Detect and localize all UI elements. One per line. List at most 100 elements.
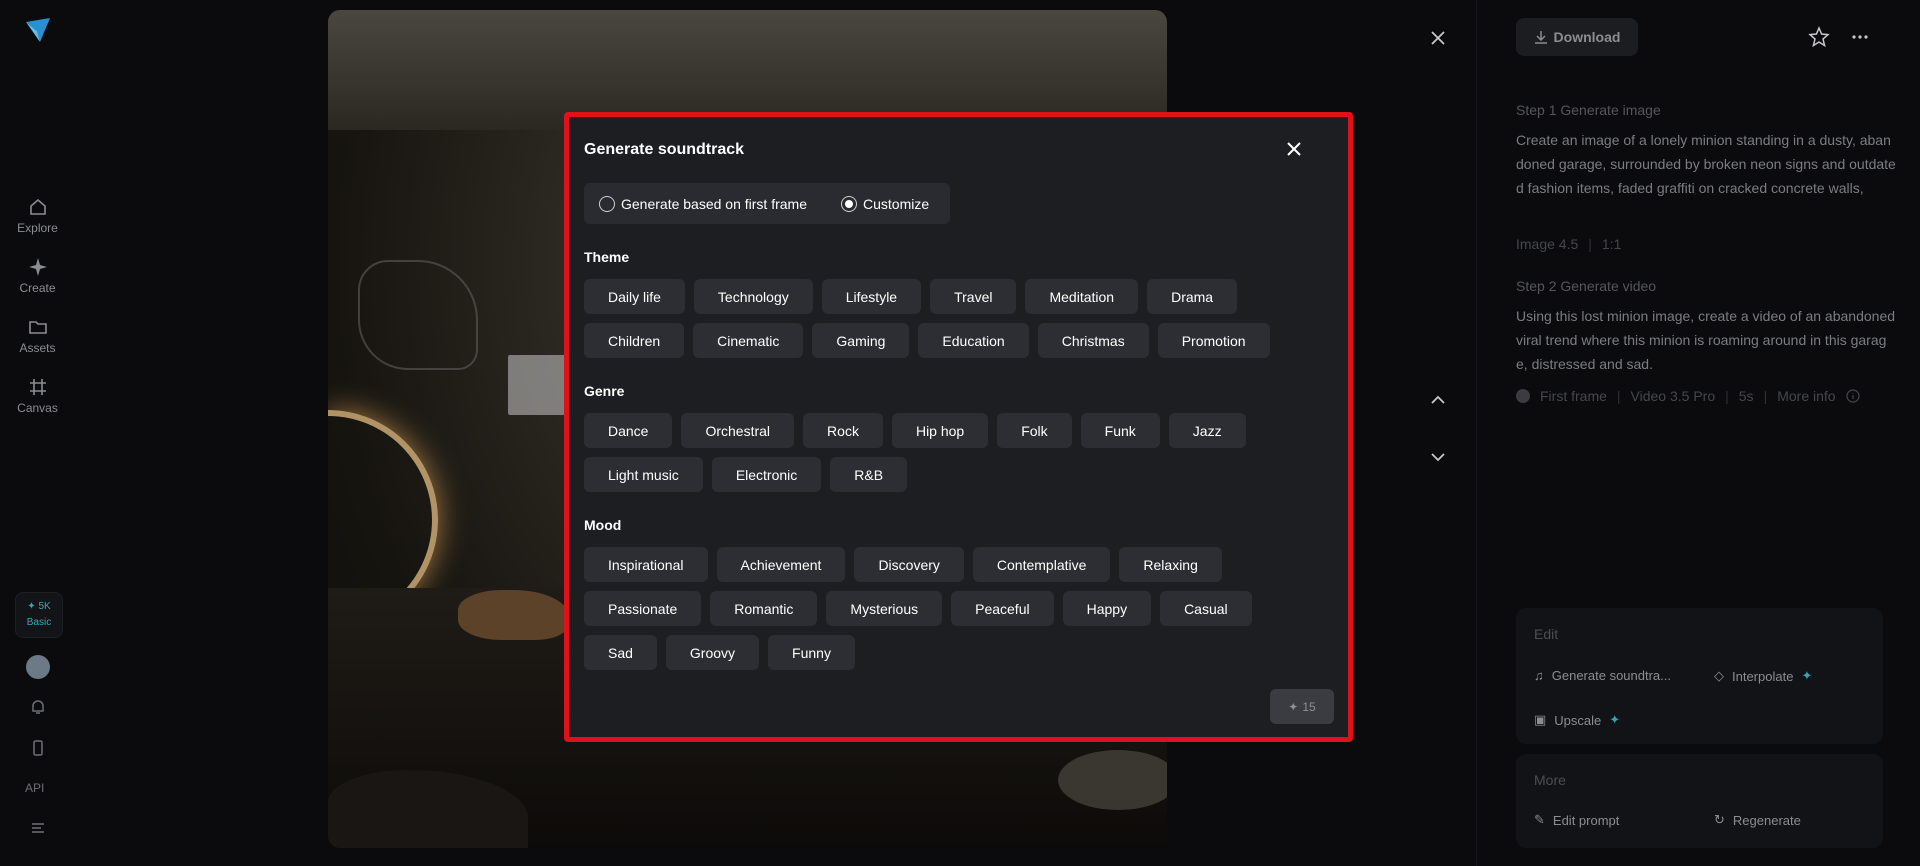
radio-first-frame[interactable]: Generate based on first frame bbox=[599, 195, 807, 212]
chip-contemplative[interactable]: Contemplative bbox=[972, 547, 1111, 582]
edit-prompt-button[interactable]: ✎ Edit prompt bbox=[1534, 812, 1619, 828]
chip-inspirational[interactable]: Inspirational bbox=[584, 547, 708, 582]
bell-icon[interactable] bbox=[29, 698, 47, 716]
edit-card-title: Edit bbox=[1534, 626, 1559, 642]
step1-model: Image 4.5 bbox=[1516, 236, 1579, 252]
generate-cost: 15 bbox=[1302, 699, 1316, 714]
chip-dance[interactable]: Dance bbox=[584, 413, 673, 448]
credits-badge[interactable]: ✦ 5K Basic bbox=[15, 592, 63, 638]
credits-plan: Basic bbox=[26, 617, 52, 628]
chevron-down-icon[interactable] bbox=[1428, 447, 1448, 467]
chip-education[interactable]: Education bbox=[918, 323, 1029, 358]
chip-relaxing[interactable]: Relaxing bbox=[1119, 547, 1222, 582]
chip-happy[interactable]: Happy bbox=[1062, 591, 1152, 626]
home-icon bbox=[29, 198, 46, 215]
chip-drama[interactable]: Drama bbox=[1147, 279, 1238, 314]
app-root: Explore Create Assets Canvas ✦ 5K Basic … bbox=[0, 0, 1920, 866]
chip-sad[interactable]: Sad bbox=[584, 635, 657, 670]
chevron-up-icon[interactable] bbox=[1428, 390, 1448, 410]
chip-passionate[interactable]: Passionate bbox=[584, 591, 702, 626]
api-link[interactable]: API bbox=[25, 781, 44, 795]
interpolate-label: Interpolate bbox=[1732, 668, 1794, 684]
nav-canvas[interactable]: Canvas bbox=[0, 377, 75, 415]
regenerate-label: Regenerate bbox=[1732, 812, 1801, 828]
chip-hip-hop[interactable]: Hip hop bbox=[891, 413, 989, 448]
nav-explore-label: Explore bbox=[17, 221, 58, 235]
radio-customize-label: Customize bbox=[863, 195, 930, 212]
mood-row-2: Passionate Romantic Mysterious Peaceful Happ… bbox=[584, 591, 1252, 626]
meta-separator: | bbox=[1763, 388, 1768, 404]
theme-row-1: Daily life Technology Lifestyle Travel Medit… bbox=[584, 279, 1238, 314]
chip-casual[interactable]: Casual bbox=[1160, 591, 1252, 626]
genre-label: Genre bbox=[584, 383, 625, 399]
generate-soundtrack-label: Generate soundtra... bbox=[1551, 668, 1671, 683]
logo-icon[interactable] bbox=[24, 16, 52, 44]
nav-assets-label: Assets bbox=[19, 341, 56, 355]
nav-assets[interactable]: Assets bbox=[0, 317, 75, 355]
chip-light-music[interactable]: Light music bbox=[584, 457, 703, 492]
generate-button[interactable]: ✦ 15 bbox=[1270, 689, 1334, 724]
generate-soundtrack-button[interactable]: ♫ Generate soundtra... bbox=[1534, 668, 1671, 683]
nav-explore[interactable]: Explore bbox=[0, 197, 75, 235]
interpolate-button[interactable]: ◇ Interpolate ✦ bbox=[1714, 668, 1812, 684]
star-icon[interactable] bbox=[1808, 26, 1830, 48]
chip-achievement[interactable]: Achievement bbox=[716, 547, 846, 582]
soundtrack-mode-selector: Generate based on first frame Customize bbox=[584, 183, 950, 224]
dialog-title: Generate soundtrack bbox=[584, 141, 745, 158]
upscale-button[interactable]: ▣ Upscale ✦ bbox=[1534, 712, 1620, 728]
chip-discovery[interactable]: Discovery bbox=[854, 547, 964, 582]
chip-lifestyle[interactable]: Lifestyle bbox=[821, 279, 922, 314]
close-icon[interactable] bbox=[1428, 28, 1448, 48]
nav-create[interactable]: Create bbox=[0, 257, 75, 295]
regenerate-button[interactable]: ↻ Regenerate bbox=[1714, 812, 1801, 828]
chip-travel[interactable]: Travel bbox=[930, 279, 1017, 314]
chip-mysterious[interactable]: Mysterious bbox=[826, 591, 943, 626]
more-options-icon[interactable] bbox=[1849, 26, 1871, 48]
step1-prompt: Create an image of a lonely minion stand… bbox=[1516, 132, 1896, 196]
chip-groovy[interactable]: Groovy bbox=[665, 635, 760, 670]
chip-rock[interactable]: Rock bbox=[803, 413, 883, 448]
generate-soundtrack-dialog: Generate soundtrack Generate based on fi… bbox=[564, 112, 1353, 742]
theme-label: Theme bbox=[584, 249, 630, 265]
avatar[interactable] bbox=[26, 655, 50, 679]
menu-icon[interactable] bbox=[29, 819, 47, 837]
chip-peaceful[interactable]: Peaceful bbox=[951, 591, 1054, 626]
radio-customize[interactable]: Customize bbox=[841, 195, 930, 212]
mood-label: Mood bbox=[584, 517, 622, 533]
theme-row-2: Children Cinematic Gaming Education Christma… bbox=[584, 323, 1270, 358]
chip-technology[interactable]: Technology bbox=[693, 279, 813, 314]
step1-meta: Image 4.5 | 1:1 bbox=[1516, 236, 1621, 252]
more-info-link[interactable]: More info bbox=[1777, 388, 1835, 404]
chip-daily-life[interactable]: Daily life bbox=[584, 279, 685, 314]
frame-icon bbox=[29, 379, 46, 395]
credits-value: 5K bbox=[38, 601, 51, 612]
chip-gaming[interactable]: Gaming bbox=[812, 323, 910, 358]
close-icon[interactable] bbox=[1284, 139, 1304, 159]
step2-meta: First frame | Video 3.5 Pro | 5s | More … bbox=[1516, 388, 1860, 404]
chip-romantic[interactable]: Romantic bbox=[710, 591, 818, 626]
image-window bbox=[508, 355, 568, 415]
chip-funny[interactable]: Funny bbox=[768, 635, 855, 670]
meta-separator: | bbox=[1588, 236, 1592, 252]
step2-prompt: Using this lost minion image, create a v… bbox=[1516, 308, 1896, 372]
phone-icon[interactable] bbox=[29, 739, 47, 757]
radio-first-frame-label: Generate based on first frame bbox=[621, 195, 807, 212]
download-button[interactable]: Download bbox=[1516, 18, 1638, 56]
chip-electronic[interactable]: Electronic bbox=[711, 457, 822, 492]
chip-meditation[interactable]: Meditation bbox=[1025, 279, 1139, 314]
chip-jazz[interactable]: Jazz bbox=[1168, 413, 1246, 448]
left-nav: Explore Create Assets Canvas ✦ 5K Basic … bbox=[0, 0, 75, 866]
genre-row-1: Dance Orchestral Rock Hip hop Folk Funk Jazz bbox=[584, 413, 1246, 448]
chip-christmas[interactable]: Christmas bbox=[1037, 323, 1149, 358]
chip-promotion[interactable]: Promotion bbox=[1157, 323, 1270, 358]
more-card-title: More bbox=[1534, 772, 1566, 788]
step2-frame: First frame bbox=[1540, 388, 1607, 404]
chip-orchestral[interactable]: Orchestral bbox=[681, 413, 795, 448]
sparkle-icon: ✦ bbox=[1288, 699, 1299, 714]
chip-folk[interactable]: Folk bbox=[997, 413, 1072, 448]
chip-funk[interactable]: Funk bbox=[1080, 413, 1160, 448]
chip-children[interactable]: Children bbox=[584, 323, 685, 358]
image-hat bbox=[1058, 750, 1167, 810]
chip-cinematic[interactable]: Cinematic bbox=[693, 323, 804, 358]
chip-r-b[interactable]: R&B bbox=[830, 457, 908, 492]
